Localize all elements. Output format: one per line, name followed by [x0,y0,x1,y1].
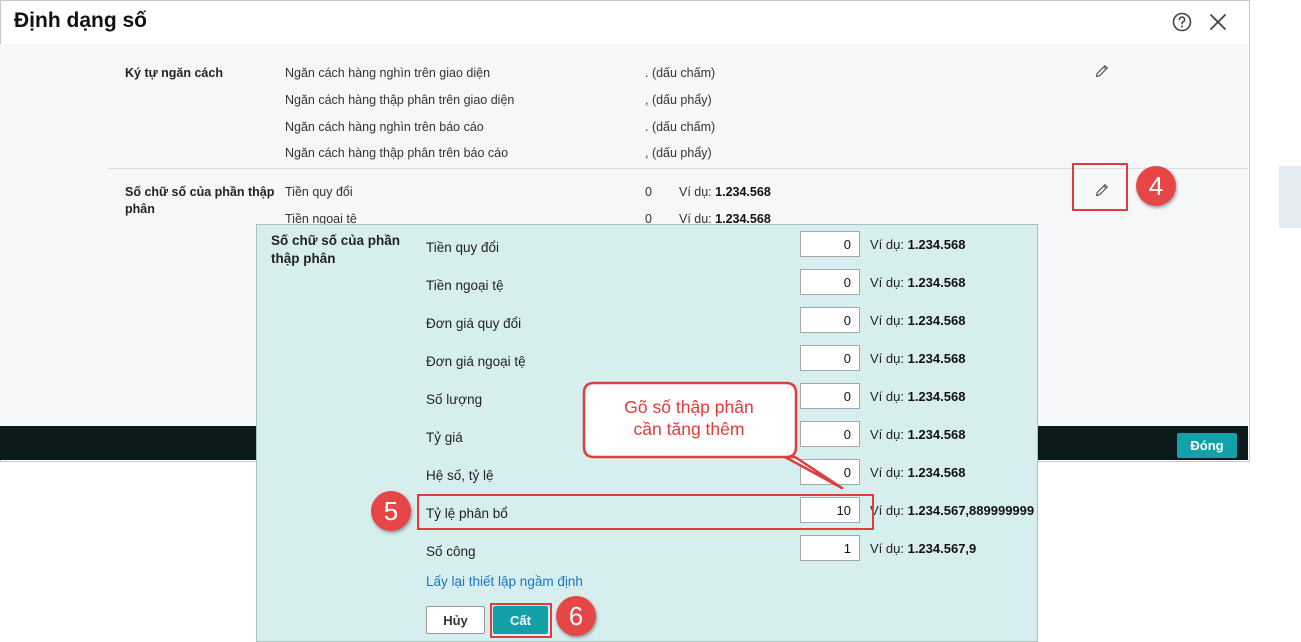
callout-text: Gõ số thập phân cần tăng thêm [586,396,792,440]
separator-row-label: Ngăn cách hàng nghìn trên giao diện [285,66,491,80]
dialog-title: Định dạng số [14,9,147,32]
callout-line: cần tăng thêm [633,419,745,439]
separator-row-label: Ngăn cách hàng thập phân trên báo cáo [285,146,509,160]
cancel-button[interactable]: Hủy [426,606,485,634]
callout-line: Gõ số thập phân [624,397,754,417]
highlight-row-box [417,494,874,530]
highlight-save-box [490,603,552,638]
popup-row-example: Ví dụ: 1.234.568 [870,237,966,252]
close-dialog-button[interactable]: Đóng [1177,433,1237,458]
decimals-row-label: Tiền quy đổi [285,185,353,199]
separator-row-value: . (dấu chấm) [645,66,716,80]
step-5-badge: 5 [371,491,411,531]
decimals-group-label: Số chữ số của phần thập phân [125,185,275,216]
popup-row-example: Ví dụ: 1.234.568 [870,465,966,480]
popup-row-example: Ví dụ: 1.234.567,889999999 [870,503,1035,518]
step-6-badge: 6 [556,596,596,636]
popup-decimal-input[interactable] [800,269,860,295]
separator-row-label: Ngăn cách hàng thập phân trên giao diện [285,93,515,107]
popup-row-example: Ví dụ: 1.234.567,9 [870,541,977,556]
highlight-edit-box [1072,163,1128,211]
popup-row-label: Số lượng [426,392,483,407]
decimals-row-example: Ví dụ: 1.234.568 [679,185,771,199]
side-panel-tab[interactable] [1279,166,1301,228]
popup-row-example: Ví dụ: 1.234.568 [870,351,966,366]
popup-decimal-input[interactable] [800,231,860,257]
separator-row-label: Ngăn cách hàng nghìn trên báo cáo [285,120,484,134]
popup-row-label: Đơn giá ngoại tệ [426,354,526,369]
popup-row-label: Đơn giá quy đổi [426,316,522,331]
separator-row-value: . (dấu chấm) [645,120,716,134]
separator-group-label: Ký tự ngăn cách [125,66,223,80]
popup-row-label: Số công [426,544,476,559]
help-icon[interactable] [1172,12,1192,32]
reset-defaults-link[interactable]: Lấy lại thiết lập ngầm định [426,574,583,589]
popup-row-label: Tỷ giá [426,430,463,445]
popup-row-label: Tiền ngoại tệ [426,278,504,293]
popup-row-label: Hệ số, tỷ lệ [426,468,494,483]
popup-row-example: Ví dụ: 1.234.568 [870,313,966,328]
separator-row-value: , (dấu phẩy) [645,146,712,160]
edit-separators-pencil-icon[interactable] [1094,63,1110,79]
step-4-badge: 4 [1136,166,1176,206]
popup-row-example: Ví dụ: 1.234.568 [870,389,966,404]
popup-decimal-input[interactable] [800,535,860,561]
popup-decimal-input[interactable] [800,307,860,333]
separator-row-value: , (dấu phẩy) [645,93,712,107]
popup-decimal-input[interactable] [800,345,860,371]
decimals-row-value: 0 [645,185,652,199]
popup-row-label: Tiền quy đổi [426,240,500,255]
close-icon[interactable] [1208,12,1228,32]
popup-group-label: Số chữ số của phần thập phân [271,233,401,266]
popup-row-example: Ví dụ: 1.234.568 [870,275,966,290]
popup-row-example: Ví dụ: 1.234.568 [870,427,966,442]
